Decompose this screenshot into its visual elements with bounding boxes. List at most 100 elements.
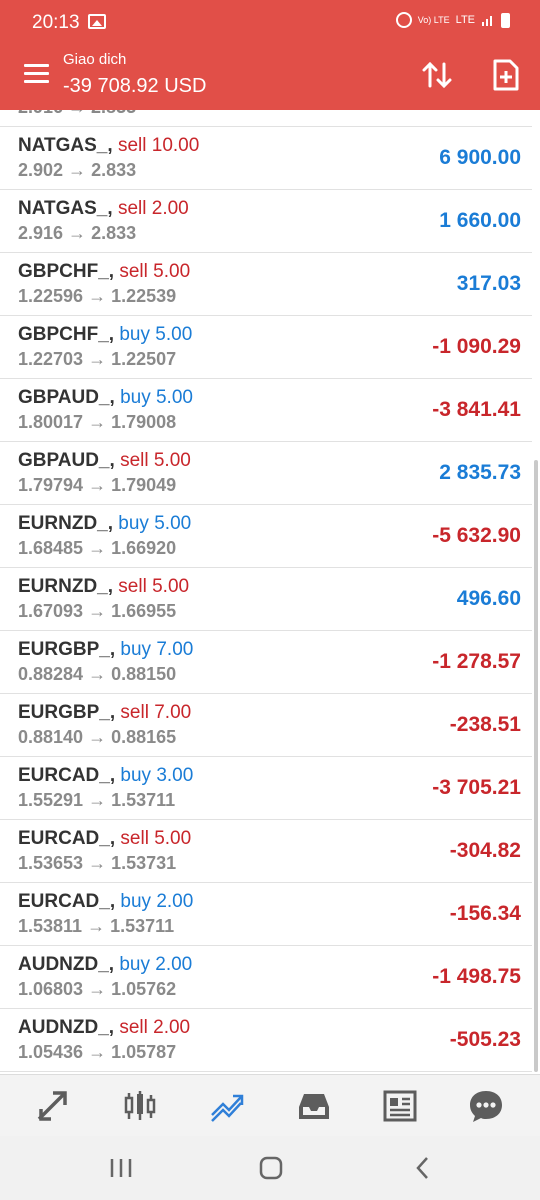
history-icon[interactable] xyxy=(296,1089,332,1123)
current-price: 1.53711 xyxy=(110,916,175,936)
position-type: buy xyxy=(120,387,151,408)
new-order-icon[interactable] xyxy=(492,58,520,92)
position-prices: 1.53811 → 1.53711 xyxy=(18,916,175,936)
position-type: sell xyxy=(119,261,148,282)
position-symbol: EURGBP_, xyxy=(18,639,116,660)
position-header: EURGBP_, buy 7.00 xyxy=(18,639,193,661)
network-type: LTE xyxy=(455,14,475,26)
position-type: sell xyxy=(117,135,147,156)
list-item[interactable]: EURCAD_, sell 5.00 1.53653 → 1.53731 -304.… xyxy=(0,820,532,883)
position-header: NATGAS_, sell 2.00 xyxy=(18,198,189,220)
position-header: EURNZD_, sell 5.00 xyxy=(18,576,189,598)
position-profit: -304.82 xyxy=(449,839,521,862)
position-volume: 5.00 xyxy=(155,387,193,408)
position-prices: 2.916 → 2.833 xyxy=(18,110,136,118)
list-item[interactable]: 2.916 → 2.833 xyxy=(0,110,532,127)
position-header: EURGBP_, sell 7.00 xyxy=(18,702,191,724)
position-volume: 5.00 xyxy=(153,261,191,282)
account-balance: -39 708.92 USD xyxy=(63,75,207,97)
current-price: 1.66955 xyxy=(111,601,177,621)
list-item[interactable]: NATGAS_, sell 10.00 2.902 → 2.833 6 900.00 xyxy=(0,127,532,190)
positions-list[interactable]: 2.916 → 2.833 NATGAS_, sell 10.00 2.902 →… xyxy=(0,110,540,1074)
position-symbol: EURCAD_, xyxy=(18,891,116,912)
position-type: sell xyxy=(120,450,149,471)
position-profit: 2 835.73 xyxy=(439,461,521,484)
position-prices: 0.88284 → 0.88150 xyxy=(18,664,177,684)
position-type: sell xyxy=(119,1017,148,1038)
list-item[interactable]: EURCAD_, buy 2.00 1.53811 → 1.53711 -156.3… xyxy=(0,883,532,946)
position-profit: -1 090.29 xyxy=(432,335,521,358)
position-prices: 1.22596 → 1.22539 xyxy=(18,286,177,306)
quotes-icon[interactable] xyxy=(35,1089,71,1123)
position-type: buy xyxy=(120,765,152,786)
open-price: 1.79794 xyxy=(18,475,84,495)
list-item[interactable]: GBPAUD_, buy 5.00 1.80017 → 1.79008 -3 841… xyxy=(0,379,532,442)
current-price: 2.833 xyxy=(91,223,137,243)
list-item[interactable]: AUDNZD_, sell 2.00 1.05436 → 1.05787 -505.… xyxy=(0,1009,532,1072)
open-price: 1.22703 xyxy=(18,349,84,369)
position-header: NATGAS_, sell 10.00 xyxy=(18,135,199,157)
position-type: sell xyxy=(118,576,147,597)
list-item[interactable]: EURNZD_, sell 5.00 1.67093 → 1.66955 496.6… xyxy=(0,568,532,631)
gallery-notification-icon xyxy=(88,14,106,29)
position-header: AUDNZD_, buy 2.00 xyxy=(18,954,192,976)
chart-icon[interactable] xyxy=(122,1089,158,1123)
position-volume: 2.00 xyxy=(151,198,189,219)
open-price: 1.67093 xyxy=(18,601,84,621)
scrollbar[interactable] xyxy=(534,460,538,1072)
list-item[interactable]: EURGBP_, buy 7.00 0.88284 → 0.88150 -1 278… xyxy=(0,631,532,694)
position-type: buy xyxy=(119,324,150,345)
position-volume: 10.00 xyxy=(151,135,200,156)
open-price: 0.88140 xyxy=(18,727,84,747)
list-item[interactable]: GBPAUD_, sell 5.00 1.79794 → 1.79049 2 835… xyxy=(0,442,532,505)
position-volume: 5.00 xyxy=(153,450,191,471)
page-title: Giao dich xyxy=(63,51,127,68)
list-item[interactable]: NATGAS_, sell 2.00 2.916 → 2.833 1 660.00 xyxy=(0,190,532,253)
news-icon[interactable] xyxy=(382,1089,418,1123)
position-volume: 5.00 xyxy=(155,324,193,345)
messages-icon[interactable] xyxy=(468,1089,504,1123)
position-symbol: GBPCHF_, xyxy=(18,261,115,282)
position-prices: 1.05436 → 1.05787 xyxy=(18,1042,177,1062)
position-header: GBPCHF_, sell 5.00 xyxy=(18,261,190,283)
app-header: Giao dich -39 708.92 USD xyxy=(0,44,540,110)
open-price: 1.55291 xyxy=(18,790,84,810)
position-prices: 2.902 → 2.833 xyxy=(18,160,137,180)
position-prices: 1.68485 → 1.66920 xyxy=(18,538,177,558)
position-profit: -1 498.75 xyxy=(432,965,521,988)
position-symbol: GBPAUD_, xyxy=(18,387,115,408)
open-price: 1.53811 xyxy=(18,916,83,936)
trade-icon[interactable] xyxy=(209,1089,245,1123)
list-item[interactable]: EURGBP_, sell 7.00 0.88140 → 0.88165 -238.… xyxy=(0,694,532,757)
positions-rows: NATGAS_, sell 10.00 2.902 → 2.833 6 900.00… xyxy=(0,127,532,1072)
position-prices: 1.67093 → 1.66955 xyxy=(18,601,177,621)
back-icon[interactable] xyxy=(408,1154,438,1182)
position-header: EURCAD_, sell 5.00 xyxy=(18,828,191,850)
position-profit: -3 841.41 xyxy=(432,398,521,421)
position-header: EURCAD_, buy 3.00 xyxy=(18,765,193,787)
current-price: 1.05787 xyxy=(111,1042,177,1062)
bottom-nav xyxy=(0,1074,540,1136)
open-price: 1.05436 xyxy=(18,1042,84,1062)
current-price: 1.05762 xyxy=(111,979,177,999)
status-bar: 20:13 Vo) LTE LTE xyxy=(0,0,540,44)
sort-icon[interactable] xyxy=(420,58,454,92)
position-header: GBPAUD_, sell 5.00 xyxy=(18,450,191,472)
list-item[interactable]: AUDNZD_, buy 2.00 1.06803 → 1.05762 -1 498… xyxy=(0,946,532,1009)
list-item[interactable]: GBPCHF_, buy 5.00 1.22703 → 1.22507 -1 090… xyxy=(0,316,532,379)
status-icons: Vo) LTE LTE xyxy=(395,12,510,28)
position-profit: -5 632.90 xyxy=(432,524,521,547)
home-icon[interactable] xyxy=(256,1154,286,1182)
list-item[interactable]: EURNZD_, buy 5.00 1.68485 → 1.66920 -5 632… xyxy=(0,505,532,568)
position-prices: 0.88140 → 0.88165 xyxy=(18,727,177,747)
position-type: sell xyxy=(120,702,149,723)
position-volume: 2.00 xyxy=(155,954,193,975)
current-price: 1.22507 xyxy=(111,349,177,369)
menu-icon[interactable] xyxy=(24,64,49,84)
position-prices: 2.916 → 2.833 xyxy=(18,223,137,243)
list-item[interactable]: GBPCHF_, sell 5.00 1.22596 → 1.22539 317.0… xyxy=(0,253,532,316)
list-item[interactable]: EURCAD_, buy 3.00 1.55291 → 1.53711 -3 705… xyxy=(0,757,532,820)
position-header: GBPAUD_, buy 5.00 xyxy=(18,387,193,409)
recent-apps-icon[interactable] xyxy=(106,1154,136,1182)
position-symbol: GBPAUD_, xyxy=(18,450,115,471)
